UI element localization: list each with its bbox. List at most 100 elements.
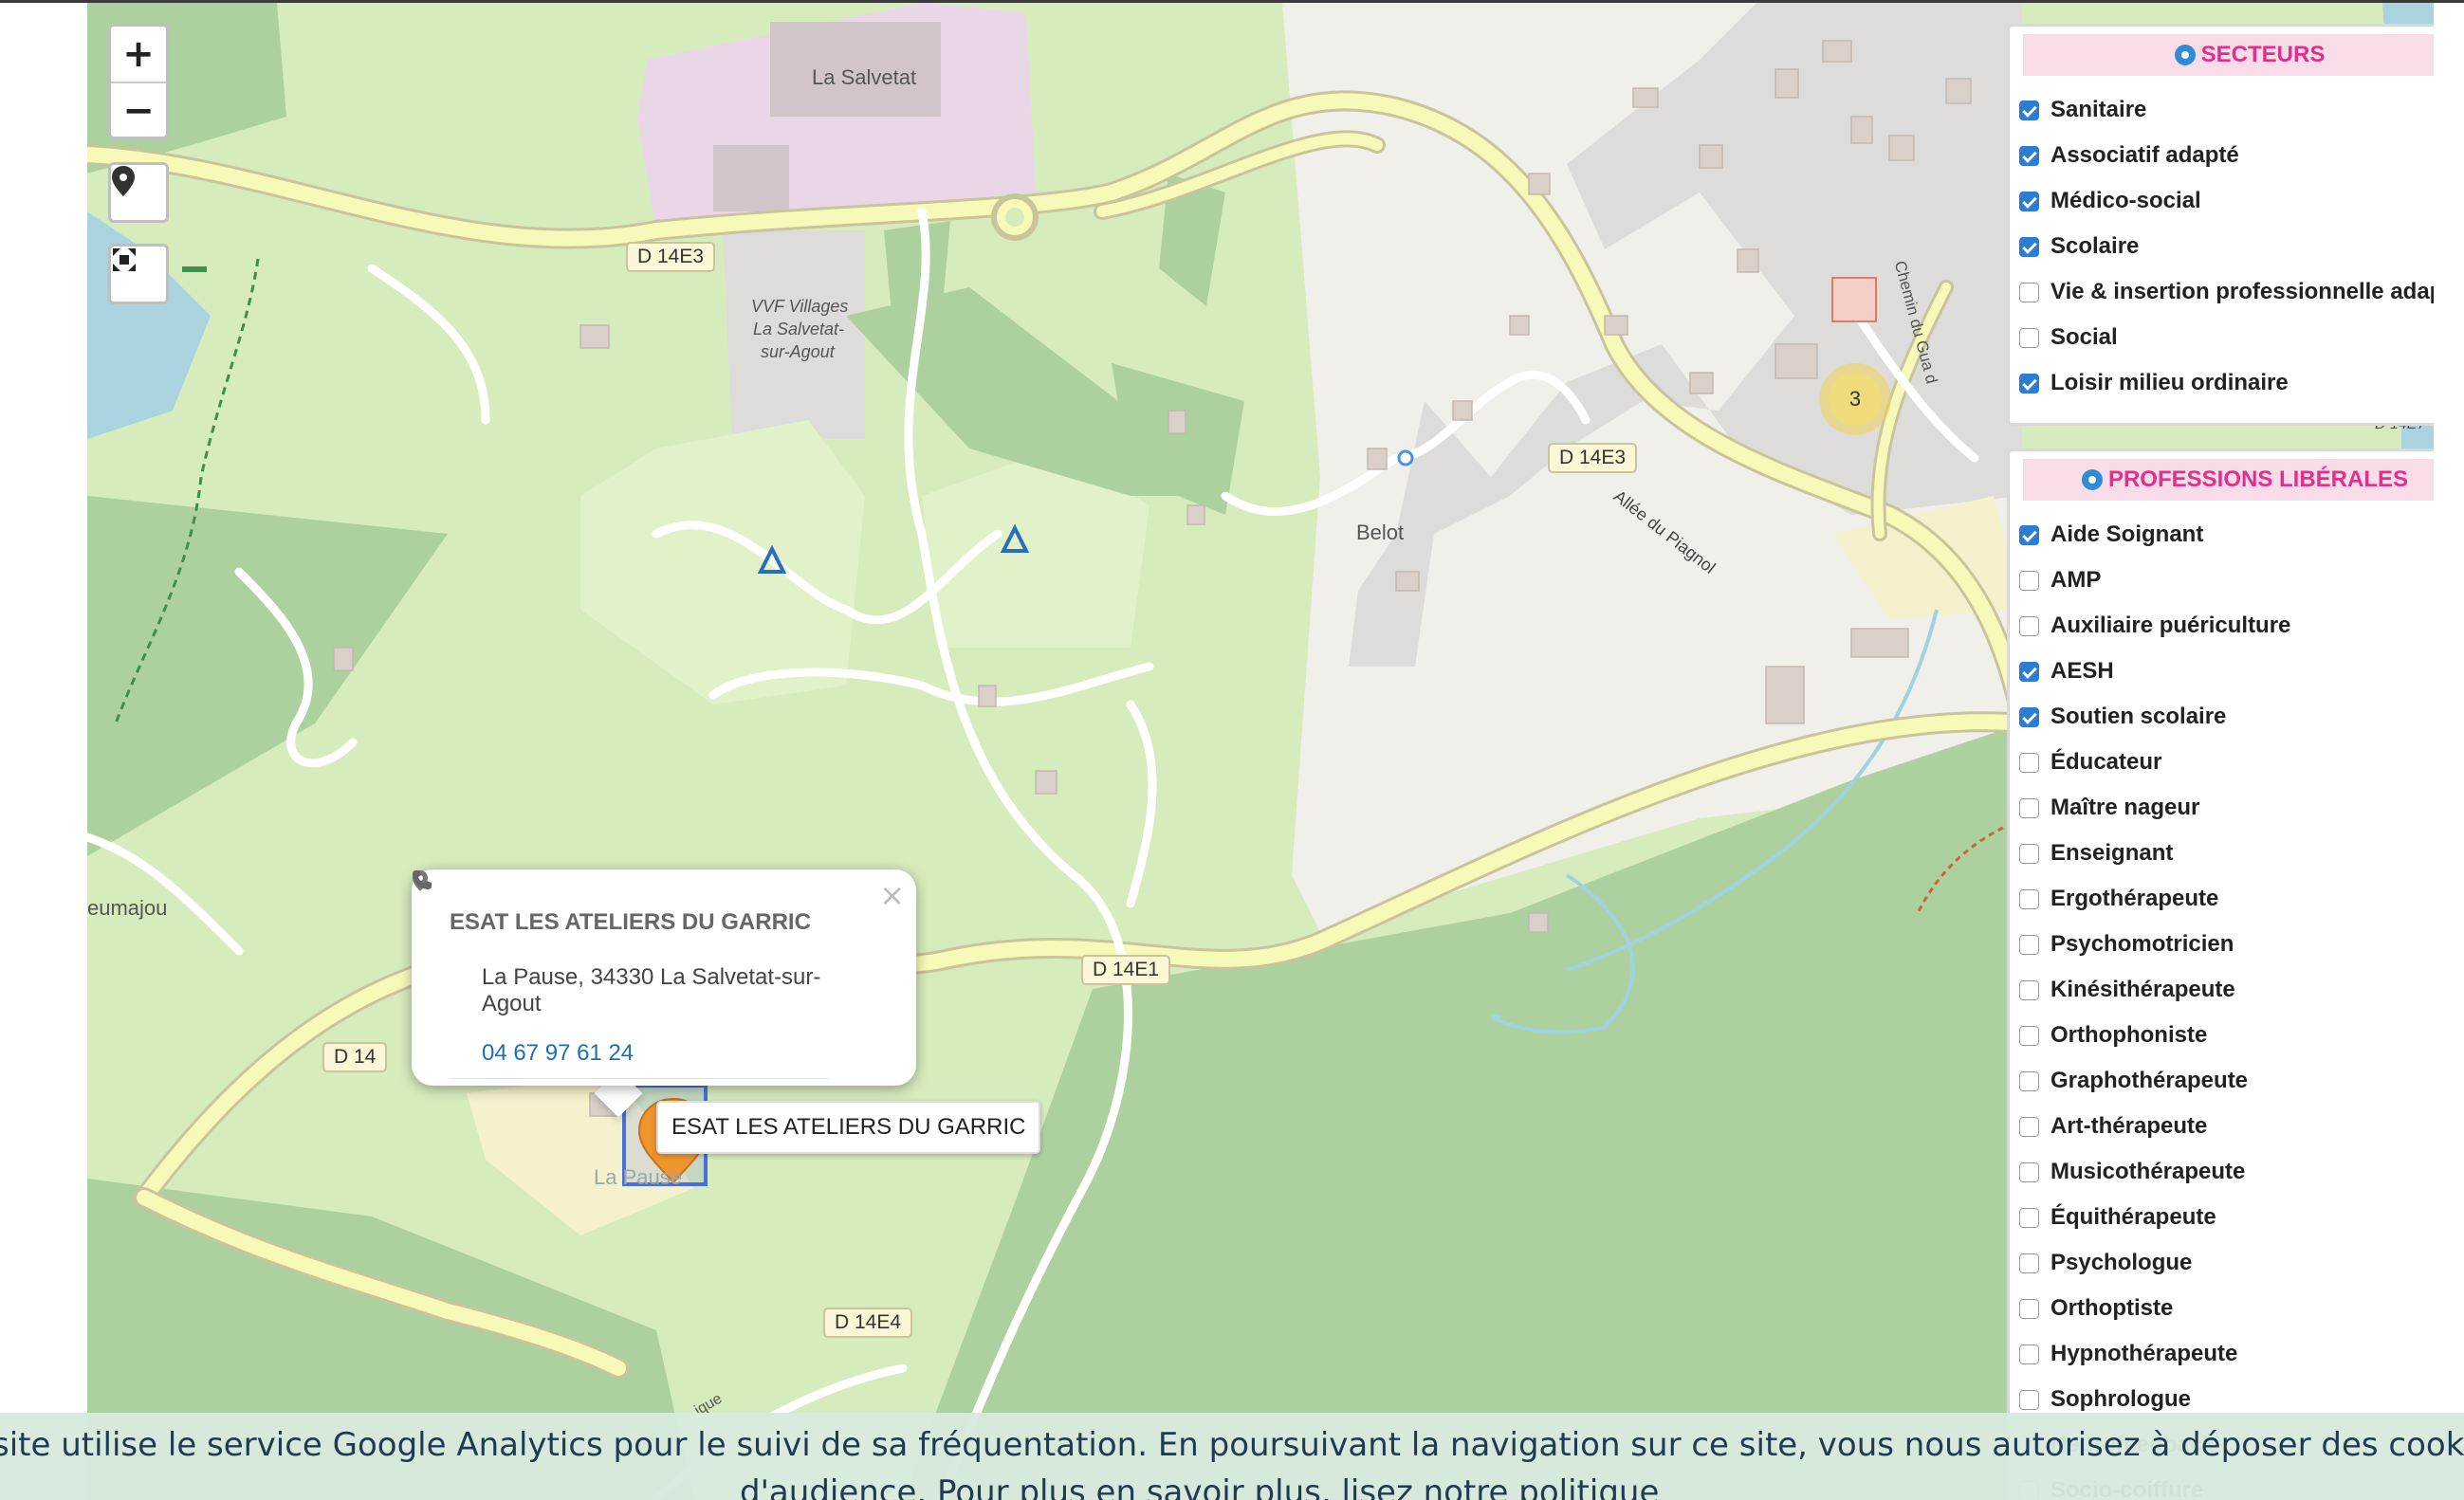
profession-option-label: AESH — [2050, 658, 2114, 684]
profession-option[interactable]: Graphothérapeute — [2019, 1058, 2434, 1104]
secteur-checkbox[interactable] — [2019, 100, 2039, 120]
profession-checkbox[interactable] — [2019, 1070, 2039, 1091]
profession-checkbox[interactable] — [2019, 934, 2039, 955]
map-view[interactable]: La Salvetat VVF Villages La Salvetat- su… — [87, 3, 2434, 1500]
profession-checkbox[interactable] — [2019, 1025, 2039, 1046]
profession-checkbox[interactable] — [2019, 1344, 2039, 1364]
profession-checkbox[interactable] — [2019, 1162, 2039, 1182]
profession-option[interactable]: Orthoptiste — [2019, 1286, 2434, 1331]
profession-option[interactable]: Équithérapeute — [2019, 1195, 2434, 1240]
secteur-checkbox[interactable] — [2019, 236, 2039, 257]
profession-option-label: Kinésithérapeute — [2050, 977, 2235, 1002]
profession-checkbox[interactable] — [2019, 1207, 2039, 1228]
secteur-checkbox[interactable] — [2019, 282, 2039, 302]
popup-phone-row: 04 67 97 61 24 — [413, 870, 878, 1067]
profession-option[interactable]: Psychomotricien — [2019, 922, 2434, 967]
profession-checkbox[interactable] — [2019, 615, 2039, 636]
profession-checkbox[interactable] — [2019, 1116, 2039, 1137]
profession-option-label: Musicothérapeute — [2050, 1159, 2246, 1184]
place-label-eumajou: eumajou — [87, 896, 168, 920]
secteur-checkbox[interactable] — [2019, 191, 2039, 211]
profession-option[interactable]: Aide Soignant — [2019, 512, 2434, 558]
place-label-la-salvetat: La Salvetat — [812, 65, 917, 89]
marker-cluster[interactable]: 3 — [1819, 363, 1891, 435]
profession-checkbox[interactable] — [2019, 524, 2039, 545]
place-label-vvf-2: La Salvetat- — [753, 320, 845, 338]
profession-option[interactable]: Maître nageur — [2019, 785, 2434, 831]
profession-option[interactable]: Musicothérapeute — [2019, 1149, 2434, 1195]
secteur-option[interactable]: Sanitaire — [2019, 87, 2434, 133]
popup-title: ESAT LES ATELIERS DU GARRIC — [450, 909, 811, 935]
profession-checkbox[interactable] — [2019, 570, 2039, 591]
profession-option-label: Auxiliaire puériculture — [2050, 613, 2291, 638]
profession-option-label: Aide Soignant — [2050, 521, 2204, 547]
popup-close-button[interactable]: × — [879, 877, 905, 913]
profession-checkbox[interactable] — [2019, 752, 2039, 773]
profession-option[interactable]: Enseignant — [2019, 831, 2434, 876]
profession-option[interactable]: Soutien scolaire — [2019, 694, 2434, 740]
profession-option-label: Orthoptiste — [2050, 1295, 2174, 1321]
zoom-in-button[interactable]: + — [111, 27, 166, 82]
profession-option-label: Psychomotricien — [2050, 931, 2234, 957]
profession-option-label: Graphothérapeute — [2050, 1068, 2249, 1093]
secteur-option-label: Social — [2050, 324, 2118, 350]
road-shield-d14e4: D 14E4 — [823, 1308, 913, 1338]
cookie-text-line2: d'audience. Pour plus en savoir plus, li… — [740, 1473, 1660, 1500]
professions-header: PROFESSIONS LIBÉRALES — [2023, 459, 2434, 501]
secteurs-header: SECTEURS — [2023, 34, 2434, 76]
secteur-checkbox[interactable] — [2019, 145, 2039, 166]
secteur-option-label: Sanitaire — [2050, 97, 2147, 122]
profession-option-label: Hypnothérapeute — [2050, 1341, 2238, 1366]
profession-option[interactable]: AESH — [2019, 649, 2434, 694]
profession-checkbox[interactable] — [2019, 706, 2039, 727]
profession-option[interactable]: Hypnothérapeute — [2019, 1331, 2434, 1377]
profession-checkbox[interactable] — [2019, 1298, 2039, 1319]
professions-list: Aide Soignant AMP Auxiliaire puériculture A… — [2019, 512, 2434, 1500]
secteurs-panel: SECTEURS Sanitaire Associatif adapté Médic… — [2007, 24, 2434, 426]
profession-option[interactable]: AMP — [2019, 558, 2434, 603]
radio-dot-icon — [2081, 469, 2103, 490]
secteur-checkbox[interactable] — [2019, 373, 2039, 393]
profession-checkbox[interactable] — [2019, 979, 2039, 1000]
popup-divider — [450, 1078, 829, 1079]
secteur-option-label: Scolaire — [2050, 233, 2140, 259]
place-label-vvf-1: VVF Villages — [751, 297, 849, 316]
profession-checkbox[interactable] — [2019, 1253, 2039, 1273]
profession-checkbox[interactable] — [2019, 661, 2039, 682]
secteur-option[interactable]: Loisir milieu ordinaire — [2019, 360, 2434, 406]
profession-option-label: Sophrologue — [2050, 1386, 2191, 1412]
secteurs-title: SECTEURS — [2200, 42, 2326, 67]
profession-option-label: AMP — [2050, 567, 2102, 593]
profession-option[interactable]: Auxiliaire puériculture — [2019, 603, 2434, 649]
zoom-out-button[interactable]: − — [111, 82, 166, 137]
profession-option-label: Art-thérapeute — [2050, 1113, 2208, 1139]
profession-checkbox[interactable] — [2019, 888, 2039, 909]
secteur-checkbox[interactable] — [2019, 327, 2039, 348]
profession-option-label: Enseignant — [2050, 840, 2174, 866]
profession-checkbox[interactable] — [2019, 843, 2039, 864]
location-pin-icon — [112, 166, 135, 196]
secteur-option[interactable]: Vie & insertion professionnelle adaptée — [2019, 269, 2434, 315]
popup-address-row: La Pause, 34330 La Salvetat-sur-Agout — [413, 870, 878, 1017]
profession-option-label: Ergothérapeute — [2050, 886, 2219, 911]
cookie-text: site utilise le service Google Analytics… — [0, 1426, 2464, 1464]
locate-button[interactable] — [108, 162, 169, 223]
road-shield-d14e1: D 14E1 — [1081, 955, 1171, 985]
profession-option[interactable]: Psychologue — [2019, 1240, 2434, 1286]
professions-title: PROFESSIONS LIBÉRALES — [2107, 466, 2409, 492]
popup-address: La Pause, 34330 La Salvetat-sur-Agout — [481, 964, 821, 1016]
secteur-option[interactable]: Scolaire — [2019, 224, 2434, 269]
secteur-option-label: Associatif adapté — [2050, 142, 2239, 168]
profession-option[interactable]: Éducateur — [2019, 740, 2434, 785]
secteur-option[interactable]: Médico-social — [2019, 178, 2434, 224]
secteur-option[interactable]: Associatif adapté — [2019, 133, 2434, 178]
fullscreen-button[interactable] — [108, 244, 169, 304]
profession-option[interactable]: Ergothérapeute — [2019, 876, 2434, 922]
profession-option[interactable]: Art-thérapeute — [2019, 1104, 2434, 1149]
profession-checkbox[interactable] — [2019, 797, 2039, 818]
profession-option[interactable]: Orthophoniste — [2019, 1013, 2434, 1058]
secteur-option[interactable]: Social — [2019, 315, 2434, 360]
popup-phone-link[interactable]: 04 67 97 61 24 — [482, 1040, 634, 1067]
profession-checkbox[interactable] — [2019, 1389, 2039, 1410]
profession-option[interactable]: Kinésithérapeute — [2019, 967, 2434, 1013]
